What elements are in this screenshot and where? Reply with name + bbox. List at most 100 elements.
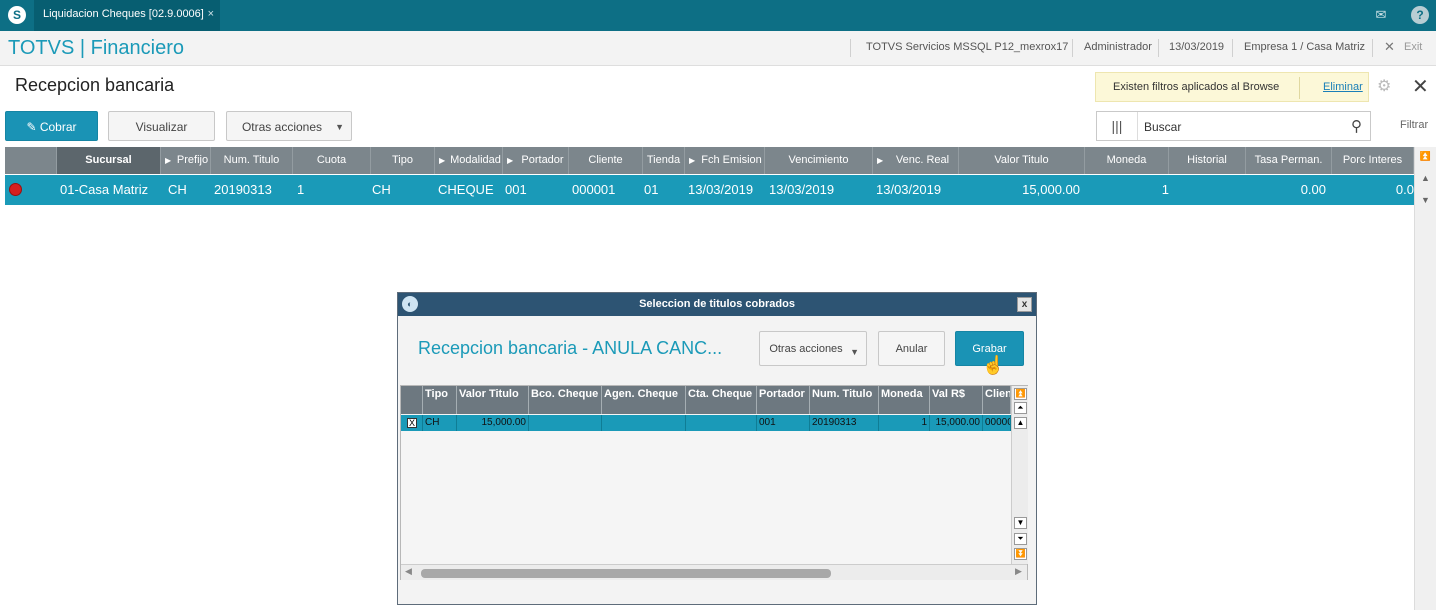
cell-valor-titulo: 15,000.00 bbox=[457, 415, 529, 431]
column-header-num-titulo[interactable]: Num. Titulo bbox=[211, 147, 293, 174]
column-header-tipo[interactable]: Tipo bbox=[371, 147, 435, 174]
top-bar: S Liquidacion Cheques [02.9.0006] × ✉ ? bbox=[0, 0, 1436, 31]
scroll-thumb[interactable] bbox=[421, 569, 831, 578]
app-icon: ◐ bbox=[402, 296, 418, 312]
date-info: 13/03/2019 bbox=[1169, 41, 1225, 53]
column-header-num-titulo[interactable]: Num. Titulo bbox=[810, 386, 879, 414]
anular-button[interactable]: Anular bbox=[878, 331, 945, 366]
column-header-tienda[interactable]: Tienda bbox=[643, 147, 685, 174]
scroll-top-icon[interactable]: ⏫ bbox=[1418, 149, 1433, 164]
chevron-down-icon: ▼ bbox=[335, 122, 344, 132]
scroll-down-icon[interactable]: ▼ bbox=[1418, 193, 1433, 208]
column-header-check[interactable] bbox=[401, 386, 423, 414]
column-header-cliente[interactable]: Cliente bbox=[569, 147, 643, 174]
cell-cliente: 00000 bbox=[983, 415, 1011, 431]
scroll-bottom-icon[interactable]: ⏬ bbox=[1014, 548, 1027, 560]
scroll-up-icon[interactable]: ▲ bbox=[1418, 171, 1433, 186]
cell-bco-cheque[interactable] bbox=[529, 415, 602, 431]
columns-icon[interactable]: ||| bbox=[1097, 112, 1138, 140]
column-header-moneda[interactable]: Moneda bbox=[1085, 147, 1169, 174]
column-header-cuota[interactable]: Cuota bbox=[293, 147, 371, 174]
dialog-title: Seleccion de titulos cobrados bbox=[639, 298, 795, 310]
column-header-tipo[interactable]: Tipo bbox=[423, 386, 457, 414]
otras-acciones-label: Otras acciones bbox=[241, 120, 323, 134]
help-icon[interactable]: ? bbox=[1411, 6, 1429, 24]
column-header-portador[interactable]: Portador bbox=[757, 386, 810, 414]
visualizar-button[interactable]: Visualizar bbox=[108, 111, 215, 141]
cell-cuota: 1 bbox=[297, 182, 305, 197]
cell-num-titulo: 20190313 bbox=[810, 415, 879, 431]
column-header-historial[interactable]: Historial bbox=[1169, 147, 1246, 174]
column-header-fch-emision[interactable]: ▶ Fch Emision bbox=[685, 147, 765, 174]
column-header-venc-real[interactable]: ▶ Venc. Real bbox=[873, 147, 959, 174]
checkbox-checked-icon[interactable]: X bbox=[407, 418, 417, 428]
status-red-icon bbox=[9, 183, 22, 196]
dialog-horizontal-scrollbar[interactable]: ◀ ▶ bbox=[401, 564, 1027, 580]
totvs-logo-icon[interactable]: S bbox=[8, 6, 26, 24]
mail-icon[interactable]: ✉ bbox=[1372, 6, 1390, 24]
cobrar-button[interactable]: ✎ Cobrar bbox=[5, 111, 98, 141]
chevron-down-icon: ▼ bbox=[850, 347, 859, 357]
cell-vencimiento: 13/03/2019 bbox=[769, 182, 835, 197]
search-input[interactable]: Buscar bbox=[1144, 120, 1181, 134]
column-header-cta-cheque[interactable]: Cta. Cheque bbox=[686, 386, 757, 414]
filter-notice: Existen filtros aplicados al Browse Elim… bbox=[1095, 72, 1369, 102]
column-header-vencimiento[interactable]: Vencimiento bbox=[765, 147, 873, 174]
dialog-grid: Tipo Valor Titulo Bco. Cheque Agen. Cheq… bbox=[400, 385, 1028, 580]
otras-acciones-button[interactable]: Otras acciones ▼ bbox=[226, 111, 352, 141]
header-divider bbox=[1232, 39, 1233, 57]
column-header-prefijo[interactable]: ▶ Prefijo bbox=[161, 147, 211, 174]
column-header-agen-cheque[interactable]: Agen. Cheque bbox=[602, 386, 686, 414]
server-info: TOTVS Servicios MSSQL P12_mexrox17 bbox=[866, 41, 1069, 53]
dialog-titlebar[interactable]: ◐ Seleccion de titulos cobrados x bbox=[398, 293, 1036, 316]
hand-cursor-icon: ☝ bbox=[982, 355, 1005, 375]
search-box[interactable]: ||| Buscar ⚲ bbox=[1096, 111, 1371, 141]
column-header-porc-interes[interactable]: Porc Interes bbox=[1332, 147, 1414, 174]
scroll-top-icon[interactable]: ⏫ bbox=[1014, 388, 1027, 400]
row-check-cell[interactable]: X bbox=[401, 415, 423, 431]
cell-porc-interes: 0.0 bbox=[1395, 182, 1414, 197]
cell-tipo: CH bbox=[423, 415, 457, 431]
vertical-scrollbar[interactable]: ⏫ ▲ ▼ bbox=[1414, 147, 1436, 610]
gear-icon[interactable]: ⚙ bbox=[1377, 76, 1391, 96]
column-header-portador[interactable]: ▶ Portador bbox=[503, 147, 569, 174]
filtrar-button[interactable]: Filtrar bbox=[1400, 119, 1428, 131]
tab-label: Liquidacion Cheques [02.9.0006] bbox=[43, 8, 204, 20]
remove-filter-link[interactable]: Eliminar bbox=[1323, 81, 1363, 93]
column-header-tasa-perman[interactable]: Tasa Perman. bbox=[1246, 147, 1332, 174]
cell-num-titulo: 20190313 bbox=[214, 182, 272, 197]
cell-val-rs: 15,000.00 bbox=[930, 415, 983, 431]
sort-arrow-icon: ▶ bbox=[689, 156, 696, 165]
column-header-valor-titulo[interactable]: Valor Titulo bbox=[457, 386, 529, 414]
scroll-up-icon[interactable]: ▲ bbox=[1014, 417, 1027, 429]
column-header-sucursal[interactable]: Sucursal bbox=[57, 147, 161, 174]
dialog-vertical-scrollbar[interactable]: ⏫ ⏶ ▲ ▼ ⏷ ⏬ bbox=[1011, 386, 1028, 564]
scroll-left-icon[interactable]: ◀ bbox=[405, 566, 412, 577]
close-icon[interactable]: ✕ bbox=[1412, 74, 1429, 99]
scroll-page-up-icon[interactable]: ⏶ bbox=[1014, 402, 1027, 414]
exit-icon[interactable]: ✕ bbox=[1384, 39, 1395, 55]
header-divider bbox=[1158, 39, 1159, 57]
column-header-valor-titulo[interactable]: Valor Titulo bbox=[959, 147, 1085, 174]
sort-arrow-icon: ▶ bbox=[507, 156, 514, 165]
exit-button[interactable]: Exit bbox=[1404, 41, 1422, 53]
scroll-page-down-icon[interactable]: ⏷ bbox=[1014, 533, 1027, 545]
column-header-moneda[interactable]: Moneda bbox=[879, 386, 930, 414]
dialog-close-icon[interactable]: x bbox=[1017, 297, 1032, 312]
cell-tasa-perman: 0.00 bbox=[1300, 182, 1326, 197]
column-header-modalidad[interactable]: ▶ Modalidad bbox=[435, 147, 503, 174]
table-row[interactable]: 01-Casa Matriz CH 20190313 1 CH CHEQUE 0… bbox=[5, 175, 1414, 205]
scroll-down-icon[interactable]: ▼ bbox=[1014, 517, 1027, 529]
tab-liquidacion-cheques[interactable]: Liquidacion Cheques [02.9.0006] × bbox=[34, 0, 220, 31]
dialog-otras-acciones-button[interactable]: Otras acciones ▼ bbox=[759, 331, 867, 366]
cell-agen-cheque[interactable] bbox=[602, 415, 686, 431]
cell-cta-cheque[interactable] bbox=[686, 415, 757, 431]
status-column-header bbox=[5, 147, 57, 174]
cell-portador: 001 bbox=[505, 182, 527, 197]
tab-close-icon[interactable]: × bbox=[208, 0, 214, 28]
scroll-right-icon[interactable]: ▶ bbox=[1015, 566, 1022, 577]
search-icon[interactable]: ⚲ bbox=[1351, 117, 1362, 135]
column-header-cliente[interactable]: Clien bbox=[983, 386, 1011, 414]
column-header-bco-cheque[interactable]: Bco. Cheque bbox=[529, 386, 602, 414]
column-header-val-rs[interactable]: Val R$ bbox=[930, 386, 983, 414]
